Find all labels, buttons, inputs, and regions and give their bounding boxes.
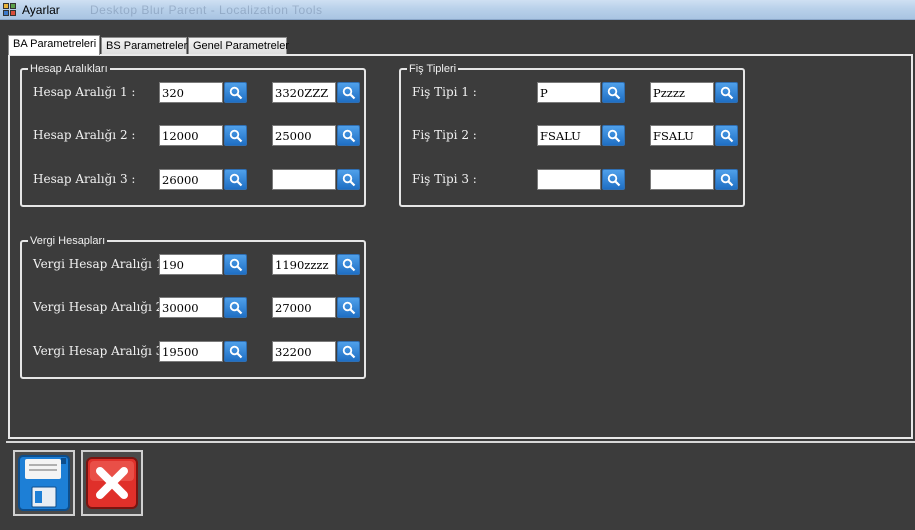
magnifier-icon [342, 301, 355, 314]
vergi-2-to-input[interactable] [272, 297, 336, 318]
fis-2-to-search-button[interactable] [715, 125, 738, 146]
fis-3-to-search-button[interactable] [715, 169, 738, 190]
tab-ba-parametreleri[interactable]: BA Parametreleri [8, 35, 100, 55]
magnifier-icon [342, 86, 355, 99]
vergi-3-from-search-button[interactable] [224, 341, 247, 362]
fis-3-from-input[interactable] [537, 169, 601, 190]
vergi-label-3: Vergi Hesap Aralığı 3 : [33, 344, 172, 358]
hesap-1-from-input[interactable] [159, 82, 223, 103]
magnifier-icon [342, 345, 355, 358]
save-button[interactable] [13, 450, 75, 516]
magnifier-icon [720, 129, 733, 142]
tab-genel-parametreler[interactable]: Genel Parametreler [188, 37, 289, 55]
hesap-2-from-input[interactable] [159, 125, 223, 146]
vergi-1-to-search-button[interactable] [337, 254, 360, 275]
hesap-3-to-input[interactable] [272, 169, 336, 190]
vergi-1-to-input[interactable] [272, 254, 336, 275]
fis-2-from-input[interactable] [537, 125, 601, 146]
tab-bs-parametreleri[interactable]: BS Parametreleri [101, 37, 190, 55]
window-title-ghost: Desktop Blur Parent - Localization Tools [90, 3, 323, 17]
group-title-hesap: Hesap Aralıkları [28, 62, 110, 76]
group-vergi-hesaplari: Vergi Hesapları Vergi Hesap Aralığı 1 : … [20, 234, 366, 379]
group-fis-tipleri: Fiş Tipleri Fiş Tipi 1 : Fiş Tipi 2 : Fi… [399, 62, 745, 207]
fis-1-from-search-button[interactable] [602, 82, 625, 103]
bottom-divider [6, 441, 915, 443]
hesap-3-to-search-button[interactable] [337, 169, 360, 190]
fis-1-to-search-button[interactable] [715, 82, 738, 103]
magnifier-icon [607, 129, 620, 142]
vergi-label-1: Vergi Hesap Aralığı 1 : [33, 257, 172, 271]
window-title: Ayarlar [22, 3, 60, 17]
fis-label-2: Fiş Tipi 2 : [412, 128, 477, 142]
hesap-2-from-search-button[interactable] [224, 125, 247, 146]
magnifier-icon [607, 86, 620, 99]
fis-1-from-input[interactable] [537, 82, 601, 103]
hesap-1-to-search-button[interactable] [337, 82, 360, 103]
fis-label-3: Fiş Tipi 3 : [412, 172, 477, 186]
fis-3-to-input[interactable] [650, 169, 714, 190]
magnifier-icon [342, 173, 355, 186]
tab-panel: Hesap Aralıkları Hesap Aralığı 1 : Hesap… [8, 54, 913, 439]
hesap-label-3: Hesap Aralığı 3 : [33, 172, 136, 186]
hesap-2-to-input[interactable] [272, 125, 336, 146]
magnifier-icon [229, 301, 242, 314]
magnifier-icon [342, 258, 355, 271]
magnifier-icon [229, 86, 242, 99]
group-title-vergi: Vergi Hesapları [28, 234, 108, 248]
vergi-2-to-search-button[interactable] [337, 297, 360, 318]
app-icon [3, 3, 17, 17]
fis-2-to-input[interactable] [650, 125, 714, 146]
magnifier-icon [720, 86, 733, 99]
group-title-fis: Fiş Tipleri [407, 62, 459, 76]
hesap-2-to-search-button[interactable] [337, 125, 360, 146]
magnifier-icon [229, 129, 242, 142]
fis-1-to-input[interactable] [650, 82, 714, 103]
vergi-3-to-input[interactable] [272, 341, 336, 362]
vergi-2-from-input[interactable] [159, 297, 223, 318]
hesap-1-from-search-button[interactable] [224, 82, 247, 103]
magnifier-icon [342, 129, 355, 142]
magnifier-icon [607, 173, 620, 186]
vergi-3-to-search-button[interactable] [337, 341, 360, 362]
hesap-1-to-input[interactable] [272, 82, 336, 103]
vergi-2-from-search-button[interactable] [224, 297, 247, 318]
magnifier-icon [229, 345, 242, 358]
magnifier-icon [229, 173, 242, 186]
hesap-label-1: Hesap Aralığı 1 : [33, 85, 136, 99]
cancel-button[interactable] [81, 450, 143, 516]
vergi-1-from-search-button[interactable] [224, 254, 247, 275]
vergi-3-from-input[interactable] [159, 341, 223, 362]
fis-label-1: Fiş Tipi 1 : [412, 85, 477, 99]
vergi-label-2: Vergi Hesap Aralığı 2 : [33, 300, 172, 314]
magnifier-icon [229, 258, 242, 271]
magnifier-icon [720, 173, 733, 186]
floppy-disk-icon [18, 455, 70, 511]
hesap-label-2: Hesap Aralığı 2 : [33, 128, 136, 142]
group-hesap-araliklari: Hesap Aralıkları Hesap Aralığı 1 : Hesap… [20, 62, 366, 207]
title-bar: Ayarlar Desktop Blur Parent - Localizati… [0, 0, 915, 20]
hesap-3-from-input[interactable] [159, 169, 223, 190]
vergi-1-from-input[interactable] [159, 254, 223, 275]
red-x-icon [86, 457, 138, 509]
fis-2-from-search-button[interactable] [602, 125, 625, 146]
fis-3-from-search-button[interactable] [602, 169, 625, 190]
hesap-3-from-search-button[interactable] [224, 169, 247, 190]
